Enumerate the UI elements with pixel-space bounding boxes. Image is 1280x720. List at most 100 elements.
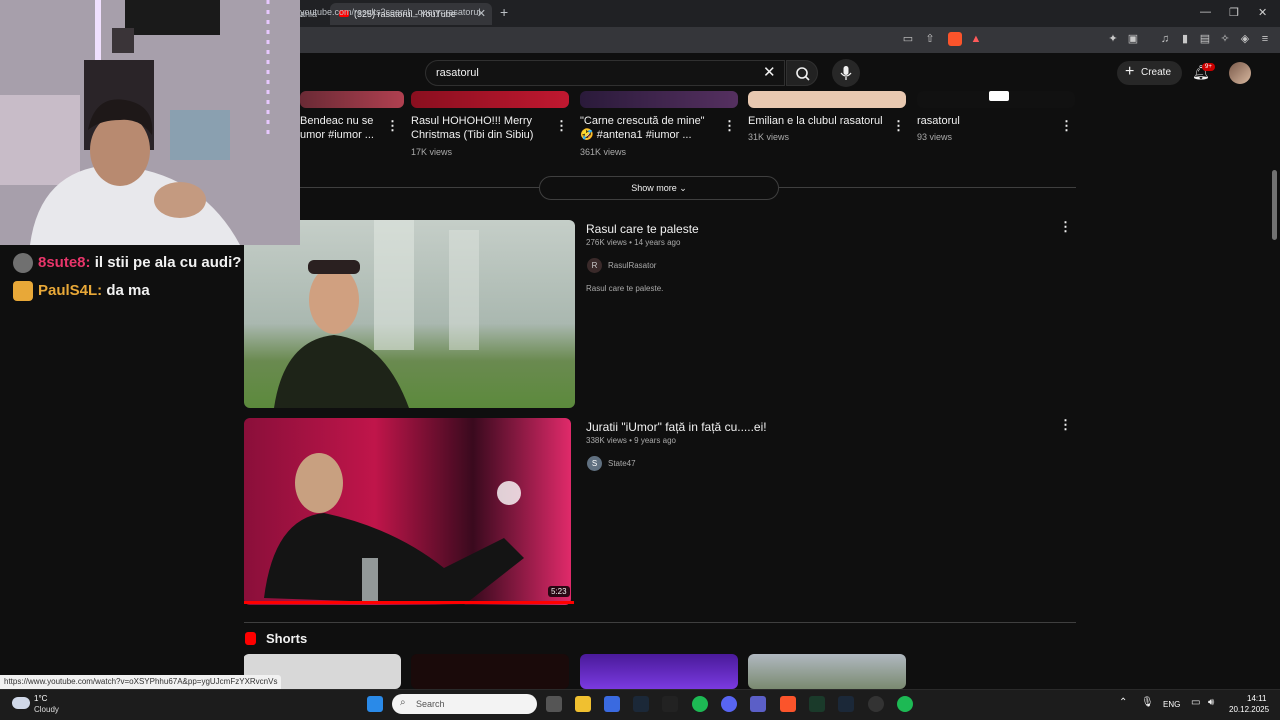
- sidebar-icon[interactable]: ▮: [1178, 32, 1192, 46]
- wallet2-icon[interactable]: ▤: [1198, 32, 1212, 46]
- chat-message: PaulS4L: da ma: [13, 281, 150, 301]
- brave-shield-icon[interactable]: [948, 32, 962, 46]
- file-explorer-icon[interactable]: [575, 696, 591, 712]
- video-thumbnail[interactable]: [244, 220, 575, 408]
- search-icon: [796, 67, 810, 81]
- section-title: Shorts: [266, 631, 308, 646]
- more-options-icon[interactable]: ⋮: [1059, 417, 1072, 433]
- divider: [300, 187, 539, 188]
- chat-username: PaulS4L:: [38, 281, 103, 299]
- teams-icon[interactable]: [750, 696, 766, 712]
- chat-username: 8sute8:: [38, 253, 91, 271]
- network-icon[interactable]: ▭: [1191, 697, 1200, 708]
- tray-chevron-icon[interactable]: ⌃: [1119, 697, 1127, 708]
- video-thumbnail[interactable]: [917, 91, 1075, 108]
- media-icon[interactable]: ♫: [1158, 32, 1172, 46]
- windows-start-icon[interactable]: [367, 696, 383, 712]
- brave-rewards-icon[interactable]: ▲: [969, 32, 983, 46]
- more-options-icon[interactable]: ⋮: [1059, 219, 1072, 235]
- short-thumbnail[interactable]: [748, 654, 906, 689]
- channel-avatar[interactable]: R: [587, 258, 602, 273]
- video-meta: 338K views • 9 years ago: [586, 436, 676, 445]
- brave-icon[interactable]: [780, 696, 796, 712]
- video-views: 361K views: [580, 147, 627, 157]
- voice-search-button[interactable]: [832, 59, 860, 87]
- video-title[interactable]: Juratii "iUmor" față in față cu.....ei!: [586, 420, 767, 434]
- minimize-icon[interactable]: —: [1200, 6, 1211, 18]
- video-thumbnail[interactable]: [748, 91, 906, 108]
- video-thumbnail[interactable]: [411, 91, 569, 108]
- close-window-icon[interactable]: ✕: [1258, 6, 1267, 19]
- weather-desc[interactable]: Cloudy: [34, 705, 59, 714]
- user-badge-icon: [13, 281, 33, 301]
- user-badge-icon: [13, 253, 33, 273]
- short-thumbnail[interactable]: [411, 654, 569, 689]
- create-button[interactable]: + Create: [1117, 61, 1182, 85]
- avatar[interactable]: [1229, 62, 1251, 84]
- cast-icon[interactable]: ▭: [901, 32, 915, 46]
- show-more-label: Show more: [631, 183, 677, 193]
- language-indicator[interactable]: ENG: [1163, 700, 1180, 709]
- steam2-icon[interactable]: [838, 696, 854, 712]
- scrollbar[interactable]: [1272, 170, 1277, 240]
- channel-name[interactable]: State47: [608, 459, 636, 468]
- video-thumbnail[interactable]: [580, 91, 738, 108]
- terminal-icon[interactable]: [809, 696, 825, 712]
- video-title[interactable]: rasatorul: [917, 114, 1057, 128]
- video-title[interactable]: Bendeac nu se umor #iumor ...: [300, 114, 382, 142]
- cloud-icon: [12, 697, 30, 709]
- search-input[interactable]: rasatorul: [425, 60, 785, 86]
- video-title[interactable]: Rasul care te paleste: [586, 222, 699, 236]
- channel-avatar[interactable]: S: [587, 456, 602, 471]
- clock-time[interactable]: 14:11: [1247, 694, 1266, 703]
- share-icon[interactable]: ⇧: [923, 32, 937, 46]
- chat-message: 8sute8: il stii pe ala cu audi?: [13, 253, 241, 273]
- chat-text: da ma: [106, 281, 150, 299]
- webcam-overlay: [0, 0, 300, 245]
- video-thumbnail[interactable]: [244, 418, 571, 605]
- taskbar-search[interactable]: ⌕ Search: [392, 694, 537, 714]
- url-field[interactable]: youtube.com/results?search_query=rasator…: [300, 7, 480, 17]
- search-icon: ⌕: [400, 697, 406, 708]
- spotify-icon[interactable]: [692, 696, 708, 712]
- channel-name[interactable]: RasulRasator: [608, 261, 656, 270]
- clock-date[interactable]: 20.12.2025: [1229, 705, 1269, 714]
- task-view-icon[interactable]: [546, 696, 562, 712]
- store-icon[interactable]: [604, 696, 620, 712]
- video-views: 17K views: [411, 147, 453, 157]
- clear-search-icon[interactable]: ✕: [763, 63, 776, 81]
- video-description: Rasul care te paleste.: [586, 284, 664, 293]
- video-meta: 276K views • 14 years ago: [586, 238, 681, 247]
- steam-icon[interactable]: [633, 696, 649, 712]
- menu-icon[interactable]: ≡: [1258, 32, 1272, 46]
- video-duration: 5:23: [548, 586, 570, 597]
- discord-icon[interactable]: [721, 696, 737, 712]
- more-options-icon[interactable]: ⋮: [723, 118, 736, 134]
- obs-icon[interactable]: [868, 696, 884, 712]
- extensions-icon[interactable]: ✦: [1106, 32, 1120, 46]
- weather-temp[interactable]: 1°C: [34, 694, 47, 703]
- watch-progress-bar: [244, 601, 574, 604]
- short-thumbnail[interactable]: [580, 654, 738, 689]
- search-button[interactable]: [786, 60, 818, 86]
- stream-chat: [0, 245, 244, 675]
- restore-icon[interactable]: ❐: [1229, 6, 1239, 19]
- video-title[interactable]: Rasul HOHOHO!!! Merry Christmas (Tibi di…: [411, 114, 551, 142]
- new-tab-button[interactable]: +: [500, 4, 508, 20]
- wallet-icon[interactable]: ▣: [1126, 32, 1140, 46]
- video-title[interactable]: "Carne crescută de mine" 🤣 #antena1 #ium…: [580, 114, 720, 142]
- more-options-icon[interactable]: ⋮: [555, 118, 568, 134]
- mic-tray-icon[interactable]: 🎙︎: [1141, 697, 1154, 708]
- spotify2-icon[interactable]: [897, 696, 913, 712]
- vpn-icon[interactable]: ◈: [1238, 32, 1252, 46]
- leo-icon[interactable]: ✧: [1218, 32, 1232, 46]
- more-options-icon[interactable]: ⋮: [386, 118, 399, 134]
- volume-icon[interactable]: 🔊︎: [1208, 697, 1214, 708]
- show-more-button[interactable]: Show more ⌄: [539, 176, 779, 200]
- more-options-icon[interactable]: ⋮: [1060, 118, 1073, 134]
- notification-badge: 9+: [1202, 63, 1215, 71]
- more-options-icon[interactable]: ⋮: [892, 118, 905, 134]
- video-thumbnail[interactable]: [300, 91, 404, 108]
- epic-games-icon[interactable]: [662, 696, 678, 712]
- video-title[interactable]: Emilian e la clubul rasatorul: [748, 114, 888, 128]
